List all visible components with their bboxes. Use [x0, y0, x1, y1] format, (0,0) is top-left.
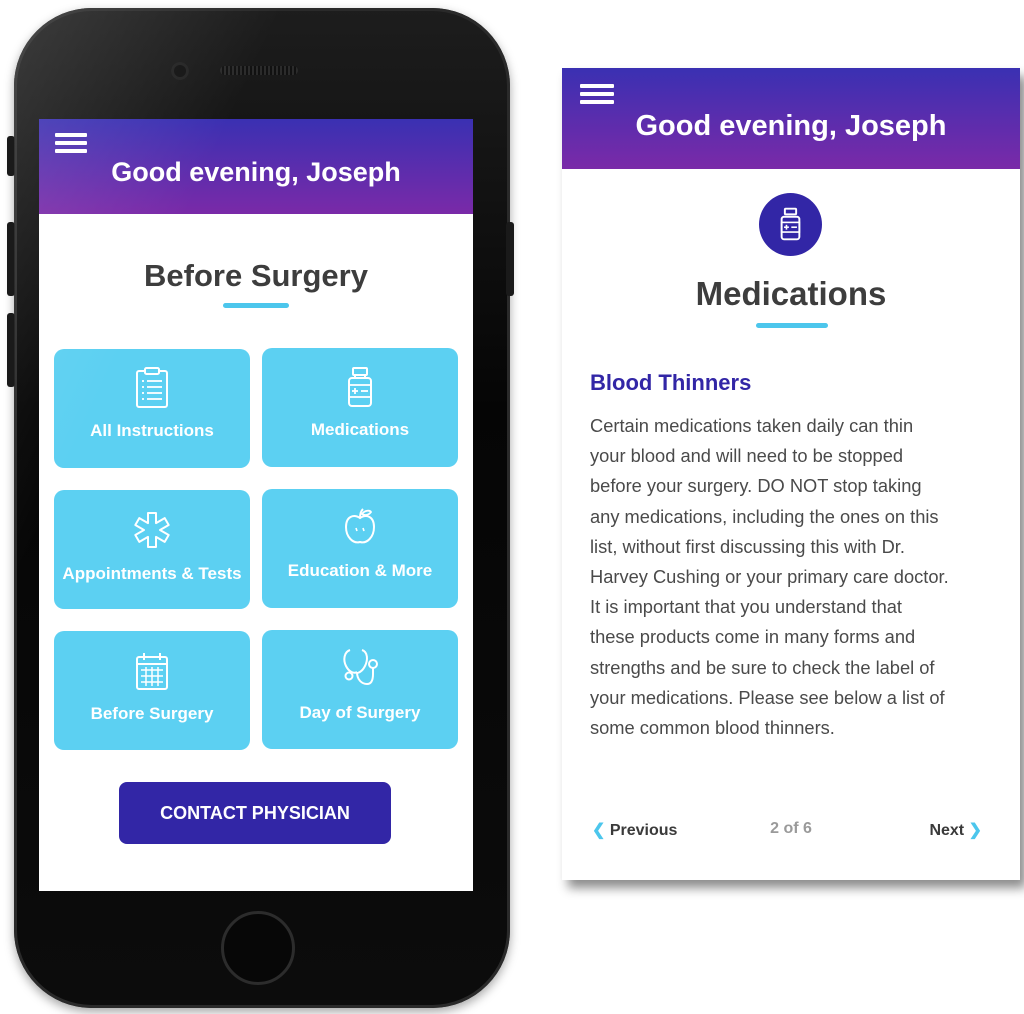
contact-physician-button[interactable]: CONTACT PHYSICIAN — [119, 782, 391, 844]
body-line: Harvey Cushing or your primary care doct… — [590, 566, 949, 588]
app-header: Good evening, Joseph — [562, 68, 1020, 169]
pill-bottle-icon — [348, 367, 372, 407]
tile-all-instructions[interactable]: All Instructions — [54, 349, 250, 468]
medication-badge — [759, 193, 822, 256]
tile-label: All Instructions — [90, 421, 214, 440]
next-label: Next — [929, 822, 965, 839]
chevron-right-icon: ❯ — [968, 822, 982, 839]
greeting-title: Good evening, Joseph — [635, 110, 947, 142]
tile-education-more[interactable]: Education & More — [262, 489, 458, 608]
title-underline — [756, 323, 828, 328]
greeting-title: Good evening, Joseph — [111, 157, 401, 187]
body-line: It is important that you understand that — [590, 596, 902, 618]
phone-screen: Good evening, Joseph Before Surgery All … — [39, 119, 473, 891]
hamburger-menu-icon[interactable] — [55, 133, 87, 155]
section-subheading: Blood Thinners — [590, 370, 752, 395]
body-line: these products come in many forms and — [590, 626, 916, 648]
power-button — [506, 222, 514, 296]
medical-star-icon — [134, 512, 170, 548]
hamburger-menu-icon[interactable] — [580, 84, 614, 106]
tile-appointments-tests[interactable]: Appointments & Tests — [54, 490, 250, 609]
medications-detail-screen: Good evening, Joseph Medications Blood T… — [562, 68, 1020, 880]
body-text: Certain medications taken daily can thin… — [590, 411, 996, 743]
tile-label: Day of Surgery — [299, 703, 421, 722]
tile-before-surgery[interactable]: Before Surgery — [54, 631, 250, 750]
volume-down-button — [7, 313, 15, 387]
home-button — [221, 911, 295, 985]
body-line: any medications, including the ones on t… — [590, 505, 939, 527]
pill-bottle-icon — [780, 207, 801, 241]
app-header: Good evening, Joseph — [39, 119, 473, 214]
body-line: your medications. Please see below a lis… — [590, 686, 945, 708]
title-underline — [223, 303, 289, 308]
mute-switch — [7, 136, 15, 176]
earpiece-speaker — [220, 66, 298, 75]
tile-label: Education & More — [287, 561, 433, 580]
apple-icon — [344, 508, 376, 544]
calendar-icon — [136, 653, 168, 690]
front-camera — [171, 62, 189, 80]
tile-label: Before Surgery — [90, 704, 214, 723]
body-line: some common blood thinners. — [590, 717, 835, 739]
tile-label: Medications — [310, 420, 410, 439]
body-line: list, without first discussing this with… — [590, 535, 905, 557]
body-line: your blood and will need to be stopped — [590, 445, 904, 467]
body-line: Certain medications taken daily can thin — [590, 415, 914, 436]
page-title: Before Surgery — [144, 258, 368, 293]
page-title: Medications — [695, 275, 887, 312]
tile-label: Appointments & Tests — [62, 564, 242, 583]
tile-medications[interactable]: Medications — [262, 348, 458, 467]
volume-up-button — [7, 222, 15, 296]
tile-day-of-surgery[interactable]: Day of Surgery — [262, 630, 458, 749]
next-button[interactable]: Next ❯ — [929, 820, 982, 840]
clipboard-icon — [136, 367, 168, 408]
stethoscope-icon — [343, 649, 378, 686]
body-line: before your surgery. DO NOT stop taking — [590, 475, 922, 497]
body-line: strengths and be sure to check the label… — [590, 656, 935, 678]
